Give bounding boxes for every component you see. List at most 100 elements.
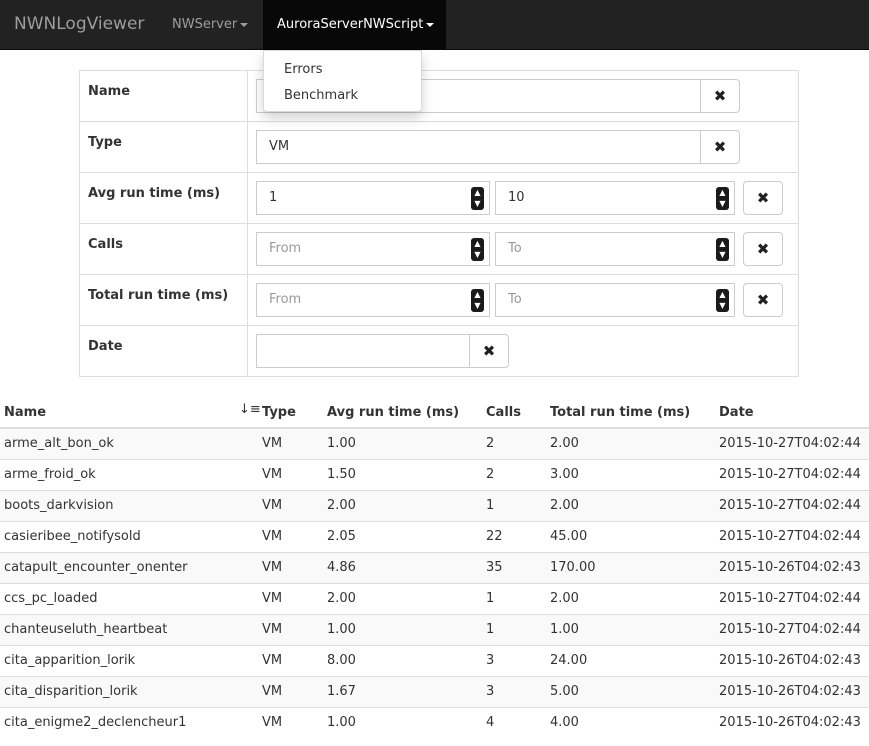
- avg-from-input[interactable]: 1 ▲ ▼: [256, 181, 490, 215]
- cell-calls: 4: [482, 706, 546, 738]
- cell-avg: 2.00: [323, 582, 482, 614]
- brand-link[interactable]: NWNLogViewer: [14, 14, 144, 34]
- cell-avg: 1.00: [323, 706, 482, 738]
- table-row[interactable]: ccs_pc_loaded VM 2.00 1 2.00 2015-10-27T…: [0, 582, 869, 614]
- clear-name-button[interactable]: ✖: [700, 79, 740, 113]
- spinner-icon[interactable]: ▲ ▼: [716, 289, 729, 312]
- script-dropdown-menu: Errors Benchmark: [263, 50, 422, 112]
- table-row[interactable]: arme_froid_ok VM 1.50 2 3.00 2015-10-27T…: [0, 458, 869, 490]
- nav-script-label: AuroraServerNWScript: [277, 17, 424, 32]
- times-icon: ✖: [756, 189, 770, 207]
- times-icon: ✖: [482, 342, 496, 360]
- table-row[interactable]: chanteuseluth_heartbeat VM 1.00 1 1.00 2…: [0, 613, 869, 645]
- cell-date: 2015-10-27T04:02:44: [715, 520, 869, 552]
- cell-name: cita_disparition_lorik: [0, 675, 258, 707]
- column-header-name[interactable]: Name: [0, 397, 258, 429]
- cell-name: cita_enigme2_declencheur1: [0, 706, 258, 738]
- table-row[interactable]: arme_alt_bon_ok VM 1.00 2 2.00 2015-10-2…: [0, 427, 869, 459]
- cell-total: 1.00: [546, 613, 715, 645]
- nav-server-menu[interactable]: NWServer: [172, 0, 249, 50]
- cell-date: 2015-10-27T04:02:44: [715, 613, 869, 645]
- cell-calls: 2: [482, 458, 546, 490]
- cell-avg: 1.00: [323, 613, 482, 645]
- times-icon: ✖: [713, 138, 727, 156]
- filter-label-type: Type: [79, 121, 248, 173]
- cell-calls: 3: [482, 675, 546, 707]
- cell-type: VM: [258, 582, 323, 614]
- table-row[interactable]: cita_apparition_lorik VM 8.00 3 24.00 20…: [0, 644, 869, 676]
- calls-to-input[interactable]: To ▲ ▼: [495, 232, 735, 266]
- cell-type: VM: [258, 427, 323, 459]
- cell-name: arme_froid_ok: [0, 458, 258, 490]
- table-row[interactable]: casieribee_notifysold VM 2.05 22 45.00 2…: [0, 520, 869, 552]
- cell-calls: 22: [482, 520, 546, 552]
- avg-to-value: 10: [508, 190, 525, 205]
- cell-total: 24.00: [546, 644, 715, 676]
- column-header-type[interactable]: Type: [258, 397, 323, 429]
- cell-avg: 2.00: [323, 489, 482, 521]
- cell-total: 5.00: [546, 675, 715, 707]
- table-row[interactable]: catapult_encounter_onenter VM 4.86 35 17…: [0, 551, 869, 583]
- cell-date: 2015-10-26T04:02:43: [715, 644, 869, 676]
- cell-avg: 1.67: [323, 675, 482, 707]
- caret-down-icon: [426, 22, 435, 27]
- cell-total: 2.00: [546, 582, 715, 614]
- clear-date-button[interactable]: ✖: [469, 334, 509, 368]
- table-row[interactable]: cita_disparition_lorik VM 1.67 3 5.00 20…: [0, 675, 869, 707]
- clear-calls-button[interactable]: ✖: [743, 232, 783, 266]
- cell-avg: 1.50: [323, 458, 482, 490]
- cell-type: VM: [258, 613, 323, 645]
- cell-avg: 4.86: [323, 551, 482, 583]
- spinner-icon[interactable]: ▲ ▼: [471, 187, 484, 210]
- cell-total: 2.00: [546, 427, 715, 459]
- cell-calls: 3: [482, 644, 546, 676]
- table-row[interactable]: cita_enigme2_declencheur1 VM 1.00 4 4.00…: [0, 706, 869, 738]
- avg-to-input[interactable]: 10 ▲ ▼: [495, 181, 735, 215]
- clear-avg-button[interactable]: ✖: [743, 181, 783, 215]
- column-header-date[interactable]: Date: [715, 397, 869, 429]
- cell-name: cita_apparition_lorik: [0, 644, 258, 676]
- caret-down-icon: [240, 22, 249, 27]
- cell-name: casieribee_notifysold: [0, 520, 258, 552]
- cell-calls: 35: [482, 551, 546, 583]
- cell-calls: 2: [482, 427, 546, 459]
- filter-label-total: Total run time (ms): [79, 274, 248, 326]
- dropdown-item-errors[interactable]: Errors: [264, 57, 421, 83]
- spinner-icon[interactable]: ▲ ▼: [716, 187, 729, 210]
- filter-label-date: Date: [79, 325, 248, 377]
- clear-type-button[interactable]: ✖: [700, 130, 740, 164]
- total-from-input[interactable]: From ▲ ▼: [256, 283, 490, 317]
- calls-from-input[interactable]: From ▲ ▼: [256, 232, 490, 266]
- cell-type: VM: [258, 489, 323, 521]
- total-to-placeholder: To: [508, 292, 522, 307]
- column-header-total[interactable]: Total run time (ms): [546, 397, 715, 429]
- table-row[interactable]: boots_darkvision VM 2.00 1 2.00 2015-10-…: [0, 489, 869, 521]
- filter-label-avg: Avg run time (ms): [79, 172, 248, 224]
- spinner-icon[interactable]: ▲ ▼: [471, 238, 484, 261]
- results-table: Name Type Avg run time (ms) Calls Total …: [0, 397, 869, 738]
- dropdown-item-benchmark[interactable]: Benchmark: [264, 83, 421, 109]
- navbar: NWNLogViewer NWServer AuroraServerNWScri…: [0, 0, 869, 50]
- spinner-icon[interactable]: ▲ ▼: [716, 238, 729, 261]
- cell-type: VM: [258, 706, 323, 738]
- cell-date: 2015-10-27T04:02:44: [715, 489, 869, 521]
- cell-date: 2015-10-27T04:02:44: [715, 427, 869, 459]
- cell-type: VM: [258, 520, 323, 552]
- cell-calls: 1: [482, 582, 546, 614]
- filter-label-calls: Calls: [79, 223, 248, 275]
- cell-date: 2015-10-26T04:02:43: [715, 675, 869, 707]
- spinner-icon[interactable]: ▲ ▼: [471, 289, 484, 312]
- column-header-calls[interactable]: Calls: [482, 397, 546, 429]
- cell-date: 2015-10-27T04:02:44: [715, 582, 869, 614]
- cell-name: catapult_encounter_onenter: [0, 551, 258, 583]
- total-to-input[interactable]: To ▲ ▼: [495, 283, 735, 317]
- column-header-avg[interactable]: Avg run time (ms): [323, 397, 482, 429]
- cell-name: chanteuseluth_heartbeat: [0, 613, 258, 645]
- results-body: arme_alt_bon_ok VM 1.00 2 2.00 2015-10-2…: [0, 427, 869, 738]
- date-filter-input[interactable]: [256, 334, 470, 368]
- nav-script-menu[interactable]: AuroraServerNWScript: [263, 0, 446, 50]
- type-filter-input[interactable]: VM: [256, 130, 701, 164]
- times-icon: ✖: [713, 87, 727, 105]
- avg-from-value: 1: [269, 190, 278, 205]
- clear-total-button[interactable]: ✖: [743, 283, 783, 317]
